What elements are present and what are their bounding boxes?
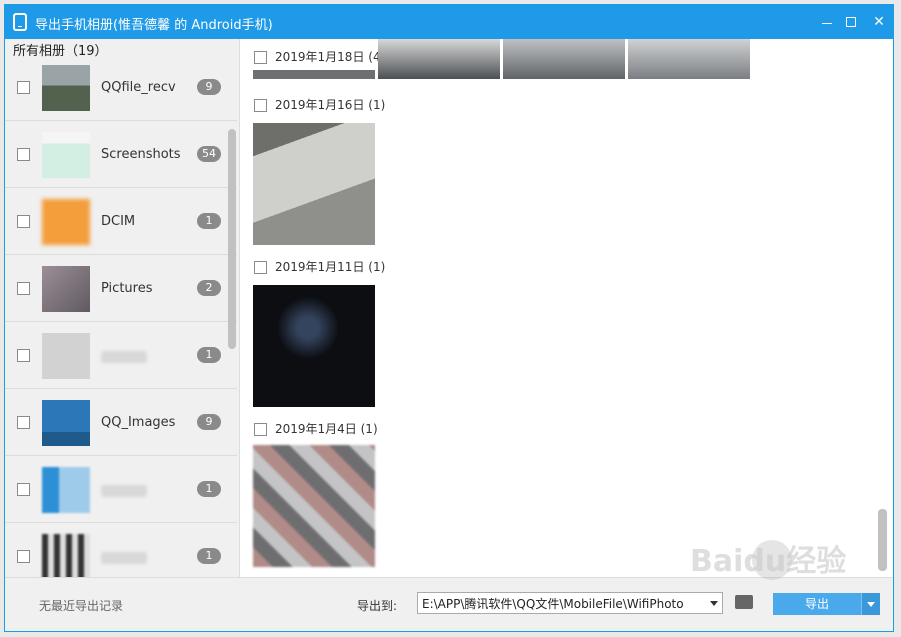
close-button[interactable]: ✕	[869, 13, 889, 31]
album-checkbox[interactable]	[17, 483, 30, 496]
group-checkbox[interactable]	[254, 99, 267, 112]
minimize-button[interactable]	[817, 13, 837, 31]
grid-scrollbar[interactable]	[878, 509, 887, 571]
album-count-badge: 1	[197, 481, 221, 497]
window-title: 导出手机相册(惟吾德馨 的 Android手机)	[35, 18, 273, 33]
album-checkbox[interactable]	[17, 81, 30, 94]
maximize-button[interactable]	[841, 13, 861, 31]
photo-thumbnail[interactable]	[628, 39, 750, 79]
no-export-record-label: 无最近导出记录	[39, 599, 124, 613]
album-item[interactable]: 1	[5, 524, 237, 577]
photo-thumbnail[interactable]	[378, 39, 500, 79]
group-checkbox[interactable]	[254, 423, 267, 436]
album-checkbox[interactable]	[17, 215, 30, 228]
album-count-badge: 1	[197, 213, 221, 229]
album-count-badge: 54	[197, 146, 221, 162]
album-thumbnail	[42, 534, 90, 577]
group-checkbox[interactable]	[254, 261, 267, 274]
export-button[interactable]: 导出	[773, 593, 861, 615]
date-group-header[interactable]: 2019年1月11日 (1)	[254, 258, 385, 278]
export-dropdown-button[interactable]	[861, 593, 880, 615]
album-thumbnail	[42, 65, 90, 111]
date-group-header[interactable]: 2019年1月4日 (1)	[254, 420, 378, 440]
album-item[interactable]: Screenshots 54	[5, 122, 237, 188]
photo-thumbnail[interactable]	[253, 445, 375, 567]
group-date-label: 2019年1月18日 (4)	[275, 50, 386, 64]
export-path-value: E:\APP\腾讯软件\QQ文件\MobileFile\WifiPhoto	[422, 597, 684, 611]
group-date-label: 2019年1月4日 (1)	[275, 422, 378, 436]
date-group-header[interactable]: 2019年1月18日 (4)	[254, 48, 385, 68]
album-checkbox[interactable]	[17, 282, 30, 295]
group-date-label: 2019年1月16日 (1)	[275, 98, 386, 112]
folder-icon[interactable]	[735, 595, 753, 609]
album-name: Pictures	[101, 281, 153, 296]
album-name-blurred	[101, 485, 147, 497]
photo-thumbnail[interactable]	[253, 123, 375, 245]
album-name-blurred	[101, 552, 147, 564]
album-name: QQfile_recv	[101, 80, 176, 95]
album-name-blurred	[101, 351, 147, 363]
album-thumbnail	[42, 400, 90, 446]
title-bar: 导出手机相册(惟吾德馨 的 Android手机) ✕	[5, 5, 893, 39]
baidu-watermark: Baidu经验	[690, 544, 847, 579]
album-count-badge: 9	[197, 79, 221, 95]
album-thumbnail	[42, 467, 90, 513]
album-checkbox[interactable]	[17, 148, 30, 161]
photo-grid: 2019年1月18日 (4) 2019年1月16日 (1) 2019年1月11日…	[240, 39, 893, 577]
export-path-select[interactable]: E:\APP\腾讯软件\QQ文件\MobileFile\WifiPhoto	[417, 592, 723, 614]
album-name: DCIM	[101, 214, 136, 229]
album-name: QQ_Images	[101, 415, 176, 430]
album-checkbox[interactable]	[17, 550, 30, 563]
album-count-badge: 2	[197, 280, 221, 296]
photo-thumbnail[interactable]	[503, 39, 625, 79]
phone-icon	[13, 13, 27, 31]
album-checkbox[interactable]	[17, 416, 30, 429]
album-name: Screenshots	[101, 147, 181, 162]
album-checkbox[interactable]	[17, 349, 30, 362]
album-count-badge: 9	[197, 414, 221, 430]
sidebar-scrollbar[interactable]	[228, 129, 236, 349]
album-thumbnail	[42, 132, 90, 178]
group-checkbox[interactable]	[254, 51, 267, 64]
date-group-header[interactable]: 2019年1月16日 (1)	[254, 96, 385, 116]
album-item[interactable]: 1	[5, 457, 237, 523]
album-thumbnail	[42, 199, 90, 245]
album-count-badge: 1	[197, 347, 221, 363]
group-date-label: 2019年1月11日 (1)	[275, 260, 386, 274]
album-thumbnail	[42, 333, 90, 379]
export-to-label: 导出到:	[357, 599, 398, 613]
album-sidebar: 所有相册（19） QQfile_recv 9 Screenshots 54 DC…	[5, 39, 240, 577]
album-item[interactable]: Pictures 2	[5, 256, 237, 322]
album-item[interactable]: DCIM 1	[5, 189, 237, 255]
photo-thumbnail[interactable]	[253, 285, 375, 407]
chevron-down-icon[interactable]	[710, 601, 718, 606]
album-item[interactable]: 1	[5, 323, 237, 389]
album-count-badge: 1	[197, 548, 221, 564]
album-thumbnail	[42, 266, 90, 312]
photo-thumbnail[interactable]	[253, 70, 375, 79]
album-item[interactable]: QQ_Images 9	[5, 390, 237, 456]
footer-bar: 无最近导出记录 导出到: E:\APP\腾讯软件\QQ文件\MobileFile…	[5, 577, 893, 631]
album-item[interactable]: QQfile_recv 9	[5, 55, 237, 121]
